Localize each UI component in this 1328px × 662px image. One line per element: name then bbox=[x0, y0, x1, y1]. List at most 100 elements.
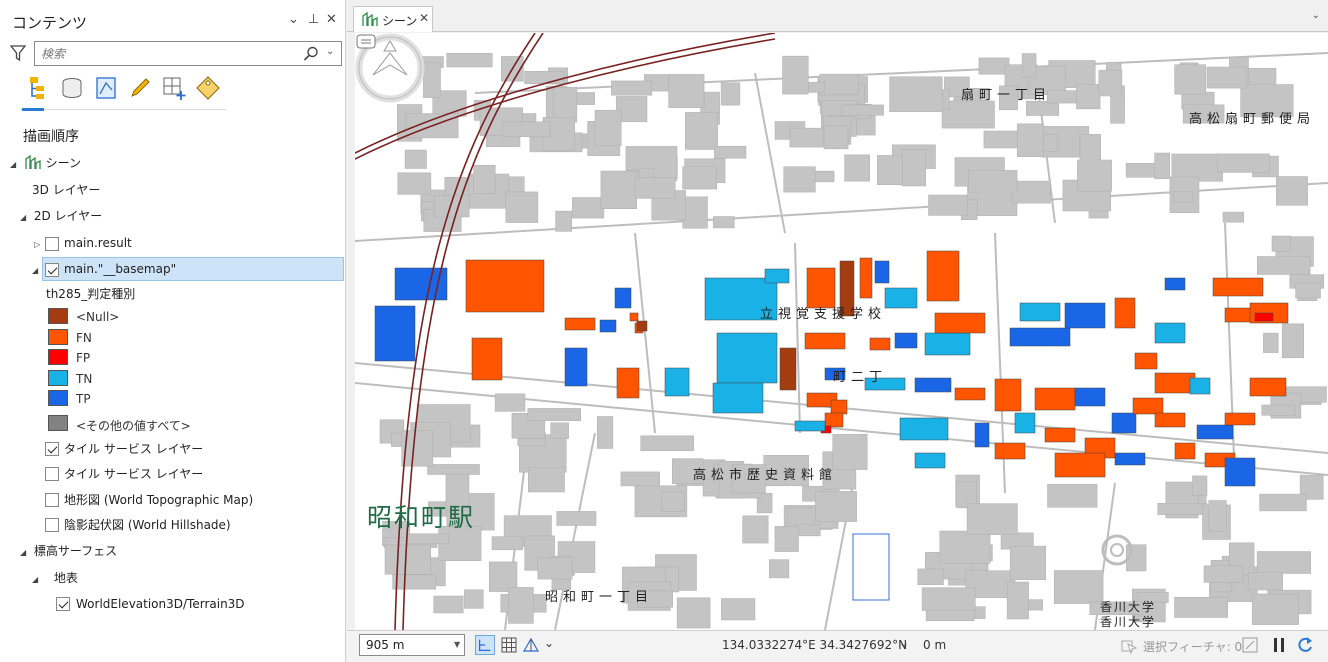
tree-layer-basemap[interactable]: ◢ bbox=[32, 258, 42, 280]
topo-map-checkbox[interactable] bbox=[45, 493, 59, 507]
pane-pin-icon[interactable]: ⊥ bbox=[308, 12, 319, 27]
list-by-data-source-icon[interactable] bbox=[58, 74, 86, 102]
building bbox=[553, 87, 578, 123]
attribution-icon[interactable] bbox=[355, 33, 377, 51]
classified-building bbox=[806, 267, 836, 309]
filter-icon[interactable] bbox=[10, 44, 26, 62]
building bbox=[1009, 545, 1046, 580]
classified-building bbox=[394, 267, 448, 301]
selected-features-icon[interactable] bbox=[1119, 635, 1139, 655]
classified-building bbox=[1154, 372, 1196, 394]
classified-building bbox=[934, 312, 986, 334]
terrain-checkbox[interactable] bbox=[56, 597, 70, 611]
tree-scene[interactable]: ◢ シーン bbox=[10, 152, 81, 174]
scene-tab-close-icon[interactable]: ✕ bbox=[419, 11, 429, 25]
classified-building bbox=[465, 259, 545, 313]
tree-ground[interactable]: ◢ 地表 bbox=[32, 567, 78, 589]
building bbox=[634, 177, 676, 199]
hillshade-checkbox[interactable] bbox=[45, 518, 59, 532]
collapse-triangle-icon[interactable]: ◢ bbox=[20, 207, 30, 229]
list-by-drawing-order-icon[interactable] bbox=[24, 74, 52, 102]
list-by-labeling-icon[interactable] bbox=[194, 74, 222, 102]
map-view[interactable]: 扇町一丁目 高松扇町郵便局 立視覚支援学校 町二丁 高松市歴史資料館 昭和町駅 … bbox=[355, 33, 1328, 630]
classified-building bbox=[1114, 297, 1136, 329]
building bbox=[1174, 596, 1228, 618]
building bbox=[714, 145, 747, 159]
toolbar-divider bbox=[20, 109, 226, 110]
building bbox=[555, 210, 572, 232]
building bbox=[1208, 500, 1227, 532]
refresh-icon[interactable] bbox=[1295, 635, 1315, 655]
classified-building bbox=[874, 260, 890, 284]
pause-icon[interactable] bbox=[1269, 635, 1289, 655]
collapse-triangle-icon[interactable]: ◢ bbox=[10, 154, 20, 176]
scene-icon bbox=[362, 11, 378, 26]
tree-3d-layers[interactable]: 3D レイヤー bbox=[32, 179, 100, 201]
map-canvas[interactable] bbox=[355, 33, 1328, 630]
pause-drawing-indicator-icon[interactable] bbox=[1240, 635, 1260, 655]
classified-building bbox=[716, 332, 778, 384]
building bbox=[978, 57, 1010, 75]
building bbox=[823, 125, 849, 150]
ground-label: 地表 bbox=[53, 571, 78, 585]
building bbox=[815, 491, 857, 522]
classified-building bbox=[1196, 424, 1234, 440]
building bbox=[1041, 134, 1059, 152]
building bbox=[594, 109, 622, 146]
classified-building bbox=[1254, 312, 1274, 322]
scale-select[interactable]: 905 m ▼ bbox=[359, 634, 465, 656]
collapse-triangle-icon[interactable]: ◢ bbox=[32, 569, 42, 591]
building bbox=[1046, 90, 1077, 104]
pane-options-chevron-icon[interactable]: ⌄ bbox=[288, 12, 299, 27]
classified-building bbox=[824, 412, 844, 428]
building bbox=[1173, 191, 1193, 203]
building bbox=[721, 598, 756, 621]
tree-elevation-surfaces[interactable]: ◢ 標高サーフェス bbox=[20, 540, 117, 562]
tile-layer-2-checkbox[interactable] bbox=[45, 467, 59, 481]
building bbox=[491, 536, 524, 551]
search-input[interactable] bbox=[41, 45, 291, 63]
building bbox=[1016, 123, 1044, 157]
building bbox=[939, 530, 991, 564]
list-by-snapping-icon[interactable] bbox=[160, 74, 188, 102]
scene-tab[interactable]: シーン ✕ bbox=[353, 6, 433, 32]
expand-triangle-icon[interactable]: ▷ bbox=[34, 234, 44, 256]
map-label-post-office: 高松扇町郵便局 bbox=[1189, 112, 1316, 127]
building bbox=[1222, 211, 1244, 223]
building bbox=[524, 71, 564, 84]
search-options-chevron-icon[interactable]: ⌄ bbox=[326, 46, 334, 57]
pane-close-icon[interactable]: ✕ bbox=[326, 12, 337, 27]
building bbox=[685, 112, 718, 150]
collapse-triangle-icon[interactable]: ◢ bbox=[32, 260, 42, 282]
tree-2d-layers[interactable]: ◢ 2D レイヤー bbox=[20, 205, 102, 227]
classified-building bbox=[636, 320, 648, 332]
classified-building bbox=[1189, 377, 1211, 395]
list-by-selection-icon[interactable] bbox=[92, 74, 120, 102]
classified-building bbox=[804, 332, 846, 350]
grid-icon[interactable] bbox=[499, 635, 519, 655]
classified-building bbox=[564, 317, 596, 331]
classified-building bbox=[471, 337, 503, 381]
classified-building bbox=[994, 378, 1022, 412]
list-by-editing-icon[interactable] bbox=[126, 74, 154, 102]
layer-basemap-checkbox[interactable] bbox=[45, 263, 59, 277]
collapse-triangle-icon[interactable]: ◢ bbox=[20, 542, 30, 564]
tile-layer-1-checkbox[interactable] bbox=[45, 442, 59, 456]
scene-tab-label: シーン bbox=[382, 14, 418, 28]
tab-list-chevron-icon[interactable]: ⌄ bbox=[1312, 10, 1320, 21]
building bbox=[1192, 475, 1208, 496]
map-label-chome2: 町二丁 bbox=[833, 370, 888, 385]
layer-basemap-label: main."__basemap" bbox=[64, 262, 177, 276]
coordinate-tools-chevron-icon[interactable]: ⌄ bbox=[544, 636, 554, 650]
layer-result-checkbox[interactable] bbox=[45, 237, 59, 251]
classified-building bbox=[564, 347, 588, 387]
tree-layer-result[interactable]: ▷ bbox=[34, 232, 44, 254]
scale-dropdown-icon[interactable]: ▼ bbox=[454, 640, 460, 649]
coordinate-format-chevron-icon[interactable]: ⌄ bbox=[899, 636, 909, 650]
coordinate-system-icon[interactable] bbox=[521, 635, 541, 655]
search-icon[interactable] bbox=[303, 46, 319, 62]
building bbox=[889, 76, 943, 112]
map-label-museum: 高松市歴史資料館 bbox=[693, 468, 838, 483]
classified-building bbox=[914, 452, 946, 469]
grid-snap-icon[interactable] bbox=[475, 635, 495, 655]
